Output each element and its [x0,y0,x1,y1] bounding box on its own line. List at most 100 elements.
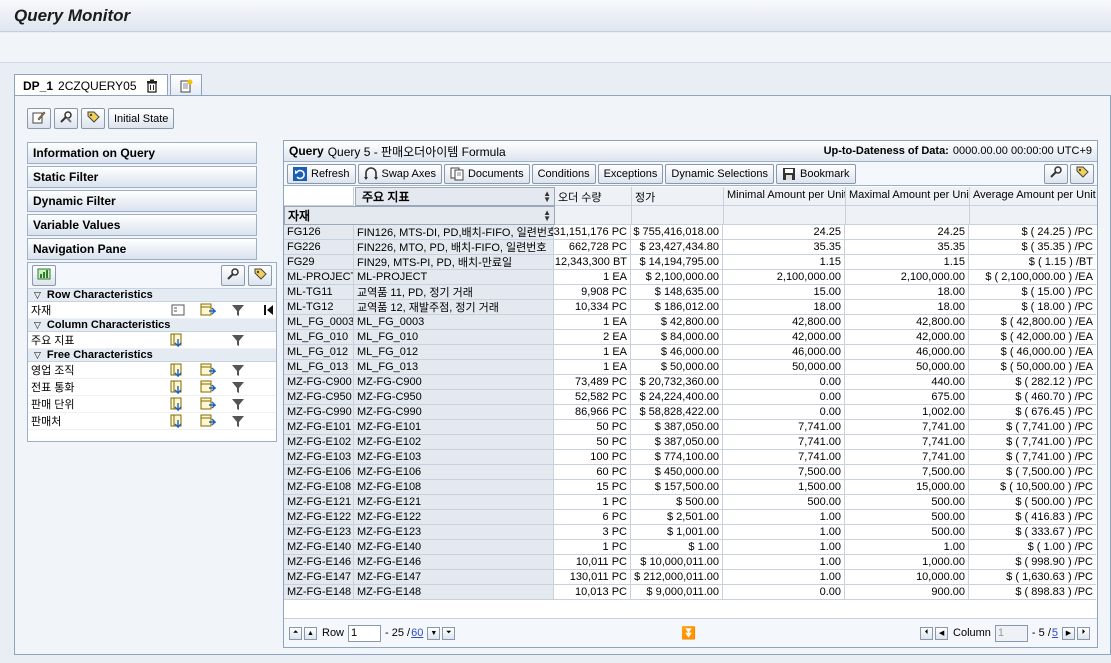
move-to-row-icon[interactable] [166,333,190,348]
settings-button[interactable] [54,108,78,129]
material-key-cell[interactable]: ML_FG_010 [284,330,354,345]
query-tag-button[interactable] [1070,163,1094,184]
material-text-cell[interactable]: 교역품 12, 재발주점, 정기 거래 [354,300,554,315]
row-char-header[interactable]: 자재 ▲ ▼ [284,206,555,225]
move-to-row-icon[interactable] [196,380,220,395]
edit-button[interactable] [27,108,51,129]
move-to-column-icon[interactable] [196,303,220,318]
query-settings-button[interactable] [1044,163,1068,184]
documents-button[interactable]: Documents [443,163,530,184]
filter-icon[interactable] [226,333,250,348]
nav-tag-button[interactable] [248,265,272,286]
swap-axes-button[interactable]: Swap Axes [357,163,442,184]
column-header[interactable]: Maximal Amount per Unit [846,187,970,206]
material-text-cell[interactable]: ML-PROJECT [354,270,554,285]
move-to-row-icon[interactable] [196,397,220,412]
move-to-column-icon[interactable] [166,397,190,412]
move-to-row-icon[interactable] [196,414,220,429]
material-text-cell[interactable]: 교역품 11, PD, 정기 거래 [354,285,554,300]
material-text-cell[interactable]: MZ-FG-E146 [354,555,554,570]
material-text-cell[interactable]: MZ-FG-E140 [354,540,554,555]
material-key-cell[interactable]: FG29 [284,255,354,270]
tab-new[interactable] [169,74,202,96]
column-header[interactable]: Average Amount per Unit [970,187,1097,206]
material-key-cell[interactable]: MZ-FG-E140 [284,540,354,555]
initial-state-button[interactable]: Initial State [108,108,175,129]
material-text-cell[interactable]: MZ-FG-E101 [354,420,554,435]
material-key-cell[interactable]: MZ-FG-E102 [284,435,354,450]
material-text-cell[interactable]: FIN29, MTS-PI, PD, 배치-만료일 [354,255,554,270]
column-header[interactable]: Minimal Amount per Unit [724,187,846,206]
material-key-cell[interactable]: MZ-FG-E123 [284,525,354,540]
material-key-cell[interactable]: MZ-FG-E106 [284,465,354,480]
column-header[interactable]: 오더 수량 [555,187,632,206]
material-text-cell[interactable]: MZ-FG-C950 [354,390,554,405]
material-key-cell[interactable]: ML_FG_0003 [284,315,354,330]
next-row-page-icon[interactable]: ▼ [427,626,441,640]
prev-column-page-icon[interactable]: ◀ [935,626,949,640]
row-input[interactable]: 1 [348,624,382,642]
column-total-link[interactable]: 5 [1052,627,1058,639]
move-to-column-icon[interactable] [166,363,190,378]
conditions-button[interactable]: Conditions [531,163,596,184]
material-key-cell[interactable]: ML-TG12 [284,300,354,315]
material-key-cell[interactable]: MZ-FG-E146 [284,555,354,570]
move-to-column-icon[interactable] [166,380,190,395]
sort-updown-icon[interactable]: ▲ ▼ [543,189,551,203]
material-text-cell[interactable]: MZ-FG-C900 [354,375,554,390]
material-key-cell[interactable]: MZ-FG-C950 [284,390,354,405]
material-key-cell[interactable]: MZ-FG-E122 [284,510,354,525]
material-text-cell[interactable]: FIN126, MTS-DI, PD,배치-FIFO, 일련번호 [354,225,554,240]
column-input[interactable]: 1 [994,624,1028,642]
last-column-page-icon[interactable]: ⏵ [1077,626,1090,640]
nav-header-navigation-pane[interactable]: Navigation Pane [27,238,257,260]
filter-icon[interactable] [226,363,250,378]
material-text-cell[interactable]: MZ-FG-C990 [354,405,554,420]
material-text-cell[interactable]: MZ-FG-E122 [354,510,554,525]
filter-value-icon[interactable] [166,303,190,318]
material-key-cell[interactable]: MZ-FG-E121 [284,495,354,510]
column-characteristics-section[interactable]: ▽ Column Characteristics [28,319,276,332]
refresh-button[interactable]: Refresh [287,163,356,184]
collapse-pane-icon[interactable] [264,304,276,318]
material-text-cell[interactable]: MZ-FG-E108 [354,480,554,495]
material-key-cell[interactable]: ML_FG_013 [284,360,354,375]
material-key-cell[interactable]: FG226 [284,240,354,255]
move-to-column-icon[interactable] [166,414,190,429]
column-header[interactable]: 정가 [632,187,724,206]
prev-row-page-icon[interactable]: ▲ [304,626,317,640]
row-total-link[interactable]: 60 [411,627,423,639]
sort-updown-icon[interactable]: ▲ ▼ [543,208,551,222]
move-to-row-icon[interactable] [196,363,220,378]
next-column-page-icon[interactable]: ▶ [1062,626,1075,640]
material-text-cell[interactable]: FIN226, MTO, PD, 배치-FIFO, 일련번호 [354,240,554,255]
free-characteristics-section[interactable]: ▽ Free Characteristics [28,349,276,362]
material-key-cell[interactable]: ML-TG11 [284,285,354,300]
nav-header-variable-values[interactable]: Variable Values [27,214,257,236]
material-key-cell[interactable]: MZ-FG-E101 [284,420,354,435]
material-text-cell[interactable]: MZ-FG-E106 [354,465,554,480]
filter-icon[interactable] [226,380,250,395]
filter-icon[interactable] [226,397,250,412]
material-key-cell[interactable]: MZ-FG-E108 [284,480,354,495]
material-key-cell[interactable]: MZ-FG-C900 [284,375,354,390]
key-figure-header[interactable]: 주요 지표 ▲ ▼ [355,187,555,206]
material-key-cell[interactable]: MZ-FG-E147 [284,570,354,585]
tag-button[interactable] [81,108,105,129]
material-text-cell[interactable]: MZ-FG-E147 [354,570,554,585]
material-text-cell[interactable]: MZ-FG-E123 [354,525,554,540]
last-row-page-icon[interactable]: ⏷ [442,626,456,640]
first-column-page-icon[interactable]: ⏴ [920,626,934,640]
dynamic-selections-button[interactable]: Dynamic Selections [665,163,774,184]
material-key-cell[interactable]: ML_FG_012 [284,345,354,360]
filter-icon[interactable] [226,414,250,429]
material-text-cell[interactable]: MZ-FG-E121 [354,495,554,510]
trash-icon[interactable] [145,79,159,93]
first-row-page-icon[interactable]: ⏶ [289,626,302,640]
nav-settings-button[interactable] [221,265,245,286]
row-characteristics-section[interactable]: ▽ Row Characteristics [28,289,276,302]
nav-header-static-filter[interactable]: Static Filter [27,166,257,188]
filter-icon[interactable] [226,303,250,318]
material-text-cell[interactable]: MZ-FG-E103 [354,450,554,465]
material-text-cell[interactable]: ML_FG_013 [354,360,554,375]
